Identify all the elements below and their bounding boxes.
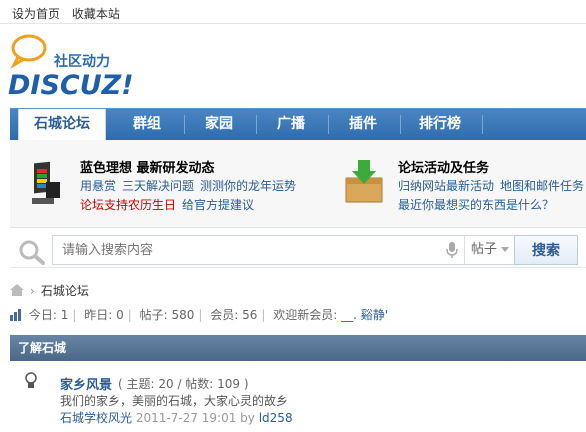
promo-right-line2: 最近你最想买的东西是什么？ (398, 196, 560, 213)
promo-right-line1: 归纳网站最新活动 地图和邮件任务 (398, 177, 586, 194)
nav-divider (256, 115, 257, 134)
last-post-time: 2011-7-27 19:01 (135, 411, 237, 425)
nav-item-forum[interactable]: 石城论坛 (18, 109, 106, 141)
promo-right-title: 论坛活动及任务 (398, 161, 490, 176)
last-post-user-link[interactable]: ld258 (259, 411, 293, 425)
search-bar: 帖子 搜索 (10, 232, 586, 268)
yesterday-label: 昨日: (84, 308, 113, 322)
promo-link[interactable]: 归纳网站最新活动 (398, 179, 494, 193)
nav-item-broadcast[interactable]: 广播 (258, 109, 324, 140)
posts-count: 580 (171, 308, 195, 322)
top-links: 设为首页 收藏本站 (12, 5, 128, 22)
forum-last-post: 石城学校风光 2011-7-27 19:01 by ld258 (60, 409, 293, 426)
nav-divider (482, 115, 483, 134)
promo-panel: 蓝色理想 最新研发动态 用悬赏 三天解决问题 测测你的龙年运势 论坛支持农历生日 给官… (10, 140, 586, 228)
nav-divider (328, 115, 329, 134)
newest-member-link[interactable]: __. 谿静' (341, 308, 388, 322)
breadcrumb-current[interactable]: 石城论坛 (41, 284, 89, 298)
promo-link[interactable]: 地图和邮件任务 (500, 179, 584, 193)
promo-link[interactable]: 给官方提建议 (182, 198, 254, 212)
promo-link[interactable]: 测测你的龙年运势 (200, 179, 296, 193)
nav-item-plugins[interactable]: 插件 (330, 109, 396, 140)
members-count: 56 (242, 308, 258, 322)
site-logo[interactable]: 社区动力 DISCUZ! (8, 32, 143, 104)
last-post-title-link[interactable]: 石城学校风光 (60, 411, 132, 425)
home-icon[interactable] (10, 284, 24, 296)
nav-divider (184, 115, 185, 134)
promo-link[interactable]: 三天解决问题 (122, 179, 194, 193)
nav-item-groups[interactable]: 群组 (114, 109, 180, 140)
promo-left-line1: 用悬赏 三天解决问题 测测你的龙年运势 (80, 177, 302, 194)
search-icon (16, 238, 50, 266)
favorite-link[interactable]: 收藏本站 (72, 7, 120, 21)
promo-link[interactable]: 用悬赏 (80, 179, 116, 193)
lightbulb-icon (24, 372, 38, 390)
chevron-down-icon (501, 247, 510, 252)
breadcrumb-separator: › (30, 284, 35, 298)
forum-row: 家乡风景 ( 主题: 20 / 帖数: 109 ) 我们的家乡，美丽的石城，大家… (10, 362, 586, 432)
nav-item-ranking[interactable]: 排行榜 (402, 109, 478, 140)
logo-wordmark: DISCUZ! (8, 70, 134, 101)
promo-link[interactable]: 最近你最想买的东西是什么？ (398, 198, 554, 212)
set-home-link[interactable]: 设为首页 (12, 7, 60, 21)
last-post-by: by (240, 411, 255, 425)
promo-left-line2: 论坛支持农历生日 给官方提建议 (80, 196, 260, 213)
stats-chart-icon (10, 309, 22, 321)
today-count: 1 (60, 308, 69, 322)
today-label: 今日: (28, 308, 57, 322)
yesterday-count: 0 (116, 308, 124, 322)
logo-slogan: 社区动力 (53, 53, 110, 70)
computer-icon (28, 160, 68, 208)
main-nav: 石城论坛 群组 家园 广播 插件 排行榜 (10, 108, 586, 141)
breadcrumb: › 石城论坛 (10, 282, 89, 300)
top-bar: 设为首页 收藏本站 (0, 0, 586, 24)
promo-left-title: 蓝色理想 最新研发动态 (80, 161, 215, 176)
nav-divider (400, 115, 401, 134)
promo-link[interactable]: 论坛支持农历生日 (80, 198, 176, 212)
forum-stats: 今日: 1 | 昨日: 0 | 帖子: 580 | 会员: 56 | 欢迎新会员: __… (10, 306, 388, 323)
forum-name-link[interactable]: 家乡风景 (60, 374, 112, 393)
search-button[interactable]: 搜索 (514, 235, 578, 265)
forum-meta: ( 主题: 20 / 帖数: 109 ) (118, 377, 249, 391)
microphone-icon[interactable] (446, 242, 458, 258)
section-header[interactable]: 了解石城 (10, 335, 586, 361)
nav-item-home[interactable]: 家园 (186, 109, 252, 140)
search-type-select[interactable]: 帖子 (464, 236, 514, 264)
newest-member-label: 欢迎新会员: (273, 308, 338, 322)
posts-label: 帖子: (139, 308, 168, 322)
search-type-label: 帖子 (471, 242, 498, 257)
members-label: 会员: (210, 308, 239, 322)
download-box-icon (344, 158, 384, 206)
forum-description: 我们的家乡，美丽的石城，大家心灵的故乡 (60, 394, 289, 408)
discuz-logo-icon: 社区动力 DISCUZ! (8, 34, 134, 101)
